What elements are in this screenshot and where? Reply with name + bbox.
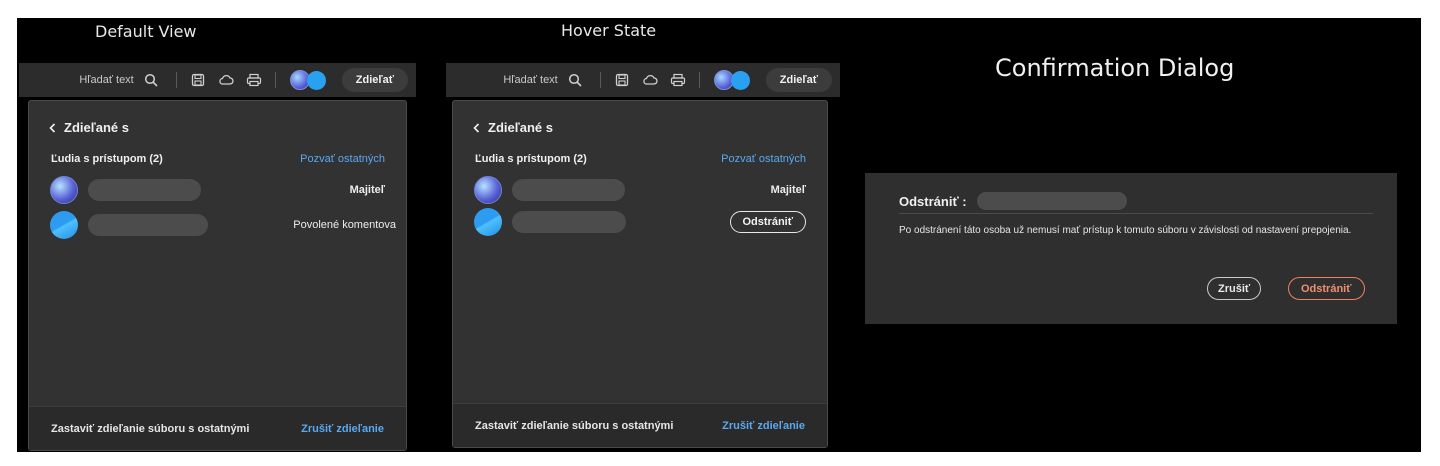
redacted-name: [88, 179, 201, 201]
people-title: Ľudia s prístupom (2): [51, 153, 163, 165]
shared-with-dropdown: Zdieľané s Ľudia s prístupom (2) Pozvať …: [452, 100, 828, 448]
redacted-name: [976, 192, 1127, 210]
dialog-title-text: Odstrániť :: [899, 193, 967, 209]
cancel-sharing-link[interactable]: Zrušiť zdieľanie: [722, 420, 805, 432]
cancel-button[interactable]: Zrušiť: [1207, 277, 1262, 300]
back-button[interactable]: Zdieľané s: [49, 120, 129, 135]
dialog-title: Odstrániť :: [899, 192, 1127, 210]
print-icon[interactable]: [243, 69, 265, 91]
canvas: Default View Hover State Confirmation Di…: [17, 18, 1421, 452]
save-icon[interactable]: [187, 69, 209, 91]
cancel-sharing-link[interactable]: Zrušiť zdieľanie: [301, 423, 384, 435]
confirmation-dialog: Odstrániť : Po odstránení táto osoba už …: [865, 173, 1397, 324]
avatar: [474, 176, 502, 204]
search-icon: [140, 69, 162, 91]
chevron-left-icon: [49, 122, 56, 133]
share-button[interactable]: Zdieľať: [765, 68, 832, 92]
stop-sharing-footer: Zastaviť zdieľanie súboru s ostatnými Zr…: [29, 406, 406, 450]
shared-with-dropdown: Zdieľané s Ľudia s prístupom (2) Pozvať …: [28, 100, 407, 451]
role-label: Majiteľ: [770, 184, 806, 196]
invite-others-link[interactable]: Pozvať ostatných: [300, 153, 385, 165]
share-button[interactable]: Zdieľať: [341, 68, 408, 92]
search-label: Hľadať text: [79, 74, 134, 86]
person-row-owner: Majiteľ: [50, 176, 385, 204]
person-row-commenter: Povolené komentova: [50, 211, 396, 239]
chevron-left-icon: [473, 122, 480, 133]
toolbar-divider: [274, 72, 276, 88]
print-icon[interactable]: [667, 69, 689, 91]
dialog-body: Po odstránení táto osoba už nemusí mať p…: [899, 225, 1352, 236]
role-label: Majiteľ: [349, 184, 385, 196]
back-label: Zdieľané s: [488, 120, 553, 135]
caption-confirmation-dialog: Confirmation Dialog: [995, 54, 1235, 82]
toolbar: Hľadať text Zdieľať: [19, 63, 416, 97]
person-row-owner: Majiteľ: [474, 176, 806, 204]
redacted-name: [512, 179, 625, 201]
redacted-name: [88, 214, 208, 236]
toolbar-divider: [175, 72, 177, 88]
stop-sharing-text: Zastaviť zdieľanie súboru s ostatnými: [475, 419, 674, 432]
caption-hover-state: Hover State: [561, 21, 657, 40]
avatar: [306, 71, 326, 90]
toolbar: Hľadať text Zdieľať: [446, 63, 840, 97]
role-label[interactable]: Povolené komentova: [293, 219, 396, 231]
collaborator-avatars[interactable]: [289, 70, 332, 90]
search-button[interactable]: Hľadať text: [503, 69, 585, 91]
people-title: Ľudia s prístupom (2): [475, 153, 587, 165]
toolbar-divider: [599, 72, 601, 88]
stop-sharing-text: Zastaviť zdieľanie súboru s ostatnými: [51, 422, 250, 435]
save-icon[interactable]: [611, 69, 633, 91]
search-button[interactable]: Hľadať text: [79, 69, 161, 91]
redacted-name: [512, 211, 626, 233]
toolbar-divider: [698, 72, 700, 88]
back-button[interactable]: Zdieľané s: [473, 120, 553, 135]
confirm-remove-button[interactable]: Odstrániť: [1288, 277, 1365, 300]
dialog-divider: [899, 213, 1373, 214]
collaborator-avatars[interactable]: [713, 70, 756, 90]
avatar: [50, 176, 78, 204]
avatar: [730, 71, 750, 90]
caption-default-view: Default View: [95, 22, 197, 41]
cloud-sync-icon[interactable]: [215, 69, 237, 91]
remove-person-button[interactable]: Odstrániť: [729, 211, 806, 233]
default-view-panel: Hľadať text Zdieľať Zdieľané s Ľudia s p…: [19, 63, 416, 451]
invite-others-link[interactable]: Pozvať ostatných: [721, 153, 806, 165]
avatar: [474, 208, 502, 236]
stop-sharing-footer: Zastaviť zdieľanie súboru s ostatnými Zr…: [453, 403, 827, 447]
people-header: Ľudia s prístupom (2) Pozvať ostatných: [51, 153, 385, 165]
avatar: [50, 211, 78, 239]
cloud-sync-icon[interactable]: [639, 69, 661, 91]
people-header: Ľudia s prístupom (2) Pozvať ostatných: [475, 153, 806, 165]
person-row-commenter-hovered[interactable]: Odstrániť: [474, 208, 806, 236]
hover-state-panel: Hľadať text Zdieľať Zdieľané s Ľudia s p…: [446, 63, 840, 448]
back-label: Zdieľané s: [64, 120, 129, 135]
search-label: Hľadať text: [503, 74, 558, 86]
search-icon: [564, 69, 586, 91]
